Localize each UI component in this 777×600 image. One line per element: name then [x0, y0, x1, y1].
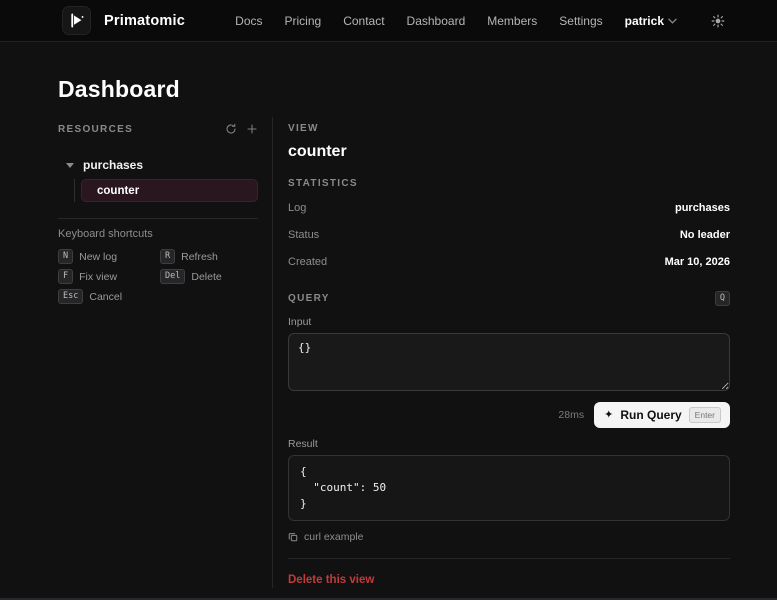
tree-item-purchases[interactable]: purchases	[58, 158, 258, 172]
shortcuts-title: Keyboard shortcuts	[58, 228, 258, 240]
nav-link-members[interactable]: Members	[487, 14, 537, 28]
caret-down-icon	[66, 163, 74, 168]
shortcut-label: Delete	[191, 271, 221, 283]
chevron-down-icon	[668, 18, 677, 24]
resources-tree: purchases counter	[58, 158, 258, 202]
view-section-label: View	[288, 123, 730, 134]
key-badge: Del	[160, 269, 185, 284]
nav-link-pricing[interactable]: Pricing	[285, 14, 322, 28]
sun-icon	[711, 14, 725, 28]
stat-value: purchases	[675, 202, 730, 214]
query-latency: 28ms	[558, 409, 584, 421]
result-output: { "count": 50 }	[288, 455, 730, 521]
plus-icon	[246, 123, 258, 135]
query-label: Query	[288, 293, 330, 304]
key-badge: Esc	[58, 289, 83, 304]
shortcut-label: Fix view	[79, 271, 117, 283]
key-badge: R	[160, 249, 175, 264]
sidebar-divider	[58, 218, 258, 219]
run-query-button[interactable]: ✦ Run Query Enter	[594, 402, 730, 428]
query-input-label: Input	[288, 316, 730, 328]
stat-label: Log	[288, 202, 306, 214]
resources-label: Resources	[58, 124, 133, 135]
resources-sidebar: Resources	[58, 117, 258, 588]
top-navbar: Primatomic Docs Pricing Contact Dashboar…	[0, 0, 777, 42]
stat-label: Created	[288, 256, 327, 268]
play-logo-icon	[68, 12, 85, 29]
refresh-resources-button[interactable]	[225, 123, 237, 135]
curl-example-link[interactable]: curl example	[288, 531, 730, 543]
main-divider	[288, 558, 730, 559]
nav-link-settings[interactable]: Settings	[559, 14, 602, 28]
shortcut-delete: Del Delete	[160, 269, 258, 284]
tree-item-counter-selected[interactable]: counter	[81, 179, 258, 202]
stat-label: Status	[288, 229, 319, 241]
shortcut-label: New log	[79, 251, 117, 263]
run-query-label: Run Query	[620, 408, 681, 422]
page-title: Dashboard	[58, 76, 730, 103]
vertical-divider	[272, 117, 273, 588]
nav-link-docs[interactable]: Docs	[235, 14, 262, 28]
shortcuts-list: N New log R Refresh F Fix view Del Delet…	[58, 249, 258, 304]
shortcut-label: Refresh	[181, 251, 218, 263]
enter-key-badge: Enter	[689, 407, 721, 423]
view-panel: View counter Statistics Log purchases St…	[288, 117, 730, 588]
refresh-icon	[225, 123, 237, 135]
brand-name: Primatomic	[104, 13, 185, 29]
stat-value: Mar 10, 2026	[665, 256, 730, 268]
stat-value: No leader	[680, 229, 730, 241]
query-input[interactable]: {}	[288, 333, 730, 391]
nav-link-contact[interactable]: Contact	[343, 14, 384, 28]
page-content: Dashboard Resources	[0, 76, 777, 588]
delete-view-link[interactable]: Delete this view	[288, 574, 374, 586]
nav-links: Docs Pricing Contact Dashboard Members S…	[235, 14, 725, 28]
stat-row-log: Log purchases	[288, 195, 730, 222]
sparkle-icon: ✦	[604, 410, 613, 421]
copy-icon	[288, 532, 298, 542]
user-menu[interactable]: patrick	[625, 14, 677, 28]
shortcut-new-log: N New log	[58, 249, 158, 264]
key-badge: F	[58, 269, 73, 284]
key-badge: N	[58, 249, 73, 264]
query-hotkey-badge: Q	[715, 291, 730, 306]
shortcut-refresh: R Refresh	[160, 249, 258, 264]
statistics-table: Log purchases Status No leader Created M…	[288, 195, 730, 276]
nav-link-dashboard[interactable]: Dashboard	[407, 14, 466, 28]
add-resource-button[interactable]	[246, 123, 258, 135]
tree-item-label: purchases	[83, 158, 143, 172]
brand-logo[interactable]	[62, 6, 91, 35]
result-label: Result	[288, 438, 730, 450]
statistics-label: Statistics	[288, 178, 730, 189]
stat-row-status: Status No leader	[288, 222, 730, 249]
stat-row-created: Created Mar 10, 2026	[288, 249, 730, 276]
view-name: counter	[288, 143, 730, 161]
user-name: patrick	[625, 14, 664, 28]
curl-example-label: curl example	[304, 531, 364, 543]
shortcut-fix-view: F Fix view	[58, 269, 158, 284]
theme-toggle-button[interactable]	[711, 14, 725, 28]
shortcut-label: Cancel	[89, 291, 122, 303]
shortcut-cancel: Esc Cancel	[58, 289, 158, 304]
